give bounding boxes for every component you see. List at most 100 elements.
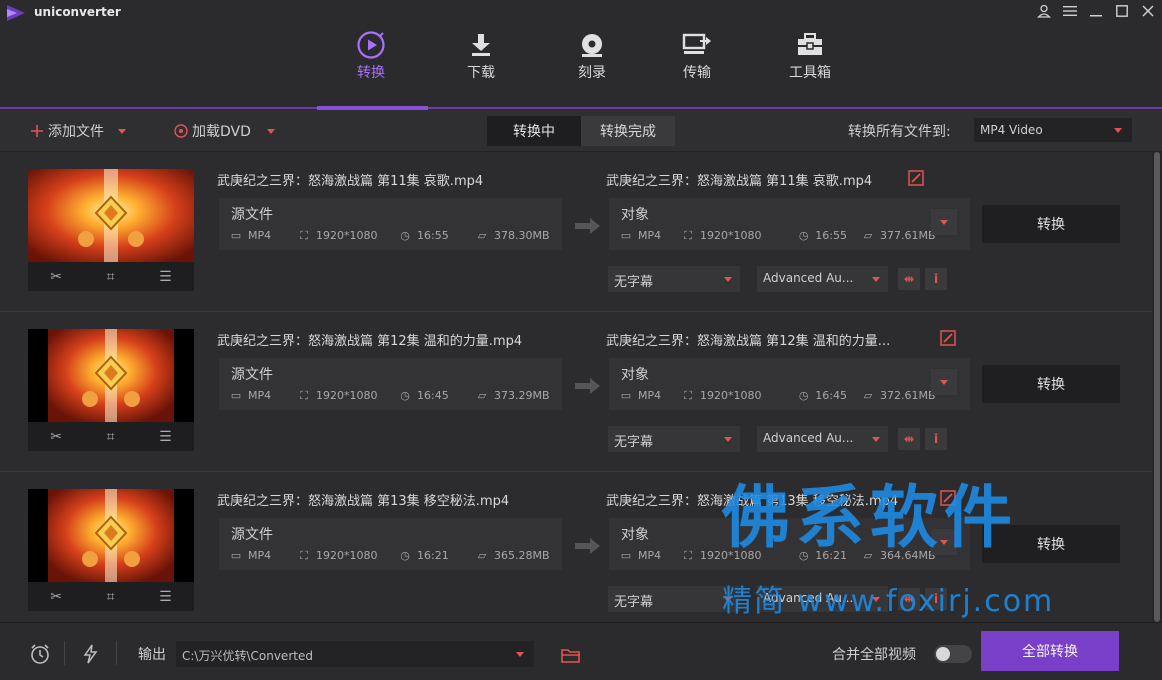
output-path-select[interactable]: C:\万兴优转\Converted bbox=[176, 641, 534, 667]
subtitle-select[interactable]: 无字幕 bbox=[608, 426, 740, 452]
convert-button[interactable]: 转换 bbox=[982, 205, 1120, 243]
output-label: 输出 bbox=[138, 647, 166, 663]
thumbnail-tools: ✂ ⌗ ☰ bbox=[28, 422, 194, 451]
open-folder-icon[interactable] bbox=[560, 645, 582, 667]
merge-all-label: 合并全部视频 bbox=[832, 647, 916, 663]
chevron-down-icon bbox=[516, 652, 524, 657]
source-format: MP4 bbox=[248, 229, 272, 242]
alarm-clock-icon[interactable] bbox=[29, 643, 51, 665]
convert-all-button[interactable]: 全部转换 bbox=[981, 631, 1119, 671]
maximize-icon[interactable] bbox=[1112, 2, 1132, 20]
subtitle-select[interactable]: 无字幕 bbox=[608, 266, 740, 292]
resolution-icon: ⛶ bbox=[684, 548, 692, 562]
tab-finished[interactable]: 转换完成 bbox=[581, 116, 675, 146]
load-dvd-dropdown-icon[interactable] bbox=[266, 128, 275, 134]
clock-icon: ◷ bbox=[798, 229, 809, 242]
folder-icon: ▱ bbox=[477, 389, 487, 402]
effects-sliders-icon[interactable]: ☰ bbox=[159, 589, 172, 605]
file-row: ✂ ⌗ ☰ 武庚纪之三界：怒海激战篇 第11集 哀歌.mp4 源文件 ▭ MP4 … bbox=[0, 152, 1152, 312]
target-file-name: 武庚纪之三界：怒海激战篇 第11集 哀歌.mp4 bbox=[606, 174, 873, 189]
bottom-bar: 输出 C:\万兴优转\Converted 合并全部视频 全部转换 bbox=[0, 622, 1162, 680]
trim-scissors-icon[interactable]: ✂ bbox=[50, 589, 62, 605]
list-scrollbar[interactable] bbox=[1152, 152, 1162, 622]
video-thumbnail[interactable]: ✂ ⌗ ☰ bbox=[28, 169, 194, 291]
trim-scissors-icon[interactable]: ✂ bbox=[50, 269, 62, 285]
source-file-name: 武庚纪之三界：怒海激战篇 第13集 移空秘法.mp4 bbox=[217, 494, 510, 509]
convert-button[interactable]: 转换 bbox=[982, 365, 1120, 403]
source-meta: ▭ MP4 ⛶ 1920*1080 ◷ 16:45 ▱ 373.29MB bbox=[229, 388, 550, 403]
resolution-icon: ⛶ bbox=[300, 548, 308, 562]
audio-select[interactable]: Advanced Au... bbox=[757, 426, 888, 452]
nav-toolbox[interactable]: 工具箱 bbox=[770, 30, 850, 82]
add-files-dropdown-icon[interactable] bbox=[118, 128, 126, 134]
scrollbar-thumb[interactable] bbox=[1154, 152, 1160, 622]
source-info: 源文件 ▭ MP4 ⛶ 1920*1080 ◷ 16:45 ▱ 373.29MB bbox=[219, 358, 562, 410]
source-resolution: 1920*1080 bbox=[316, 549, 378, 562]
crop-icon[interactable]: ⌗ bbox=[107, 429, 115, 445]
effects-sliders-icon[interactable]: ☰ bbox=[159, 429, 172, 445]
output-format-select[interactable]: MP4 Video bbox=[974, 118, 1132, 142]
target-size: 377.61MB bbox=[880, 229, 936, 242]
download-icon bbox=[441, 30, 521, 60]
nav-transfer[interactable]: 传输 bbox=[657, 30, 737, 82]
clock-icon: ◷ bbox=[400, 389, 410, 402]
target-file-name: 武庚纪之三界：怒海激战篇 第12集 温和的力量... bbox=[606, 334, 891, 349]
edit-name-icon[interactable] bbox=[908, 170, 924, 186]
output-format-value: MP4 Video bbox=[980, 123, 1043, 137]
film-icon: ▭ bbox=[230, 549, 242, 562]
film-icon: ▭ bbox=[230, 229, 242, 242]
toggle-knob bbox=[936, 647, 950, 661]
resolution-icon: ⛶ bbox=[300, 228, 308, 242]
subtitle-select[interactable]: 无字幕 bbox=[608, 586, 740, 612]
video-thumbnail[interactable]: ✂ ⌗ ☰ bbox=[28, 489, 194, 611]
source-file-name: 武庚纪之三界：怒海激战篇 第11集 哀歌.mp4 bbox=[217, 174, 484, 189]
info-icon[interactable]: i bbox=[925, 428, 947, 450]
convert-arrow-icon bbox=[575, 378, 600, 394]
nav-convert[interactable]: 转换 bbox=[331, 30, 411, 82]
account-icon[interactable] bbox=[1034, 2, 1054, 20]
load-dvd-button[interactable]: 加载DVD bbox=[174, 121, 275, 141]
target-duration: 16:55 bbox=[815, 229, 847, 242]
nav-divider bbox=[0, 107, 1162, 109]
audio-select[interactable]: Advanced Au... bbox=[757, 266, 888, 292]
video-thumbnail[interactable]: ✂ ⌗ ☰ bbox=[28, 329, 194, 451]
tab-converting[interactable]: 转换中 bbox=[487, 116, 581, 146]
split-icon[interactable]: ⇹ bbox=[898, 428, 920, 450]
target-meta: ▭ MP4 ⛶ 1920*1080 ◷ 16:55 ▱ 377.61MB bbox=[619, 229, 936, 243]
info-icon[interactable]: i bbox=[925, 268, 947, 290]
split-icon[interactable]: ⇹ bbox=[898, 268, 920, 290]
minimize-icon[interactable] bbox=[1086, 2, 1106, 20]
target-label: 对象 bbox=[621, 527, 649, 543]
source-info: 源文件 ▭ MP4 ⛶ 1920*1080 ◷ 16:21 ▱ 365.28MB bbox=[219, 518, 562, 570]
lightning-icon[interactable] bbox=[80, 643, 102, 665]
crop-icon[interactable]: ⌗ bbox=[107, 589, 115, 605]
nav-toolbox-label: 工具箱 bbox=[789, 65, 831, 81]
target-settings-dropdown[interactable] bbox=[931, 369, 957, 395]
clock-icon: ◷ bbox=[798, 389, 809, 402]
film-icon: ▭ bbox=[230, 389, 242, 402]
folder-icon: ▱ bbox=[477, 229, 487, 242]
convert-arrow-icon bbox=[575, 538, 600, 554]
chevron-down-icon bbox=[940, 219, 948, 225]
target-settings-dropdown[interactable] bbox=[931, 209, 957, 235]
nav-burn[interactable]: 刻录 bbox=[552, 30, 632, 82]
app-title: uniconverter bbox=[34, 5, 121, 19]
resolution-icon: ⛶ bbox=[300, 388, 308, 402]
chevron-down-icon bbox=[872, 277, 880, 282]
trim-scissors-icon[interactable]: ✂ bbox=[50, 429, 62, 445]
edit-name-icon[interactable] bbox=[940, 330, 956, 346]
nav-download[interactable]: 下载 bbox=[441, 30, 521, 82]
add-files-button[interactable]: 添加文件 bbox=[30, 121, 126, 141]
folder-icon: ▱ bbox=[477, 549, 487, 562]
thumbnail-tools: ✂ ⌗ ☰ bbox=[28, 582, 194, 611]
crop-icon[interactable]: ⌗ bbox=[107, 269, 115, 285]
source-format: MP4 bbox=[248, 389, 272, 402]
target-format: MP4 bbox=[638, 229, 662, 242]
target-resolution: 1920*1080 bbox=[700, 229, 762, 242]
effects-sliders-icon[interactable]: ☰ bbox=[159, 269, 172, 285]
clock-icon: ◷ bbox=[400, 229, 410, 242]
close-icon[interactable] bbox=[1138, 2, 1158, 20]
merge-toggle[interactable] bbox=[934, 645, 972, 663]
watermark-title: 佛系软件 bbox=[722, 479, 1019, 558]
menu-icon[interactable] bbox=[1060, 2, 1080, 20]
